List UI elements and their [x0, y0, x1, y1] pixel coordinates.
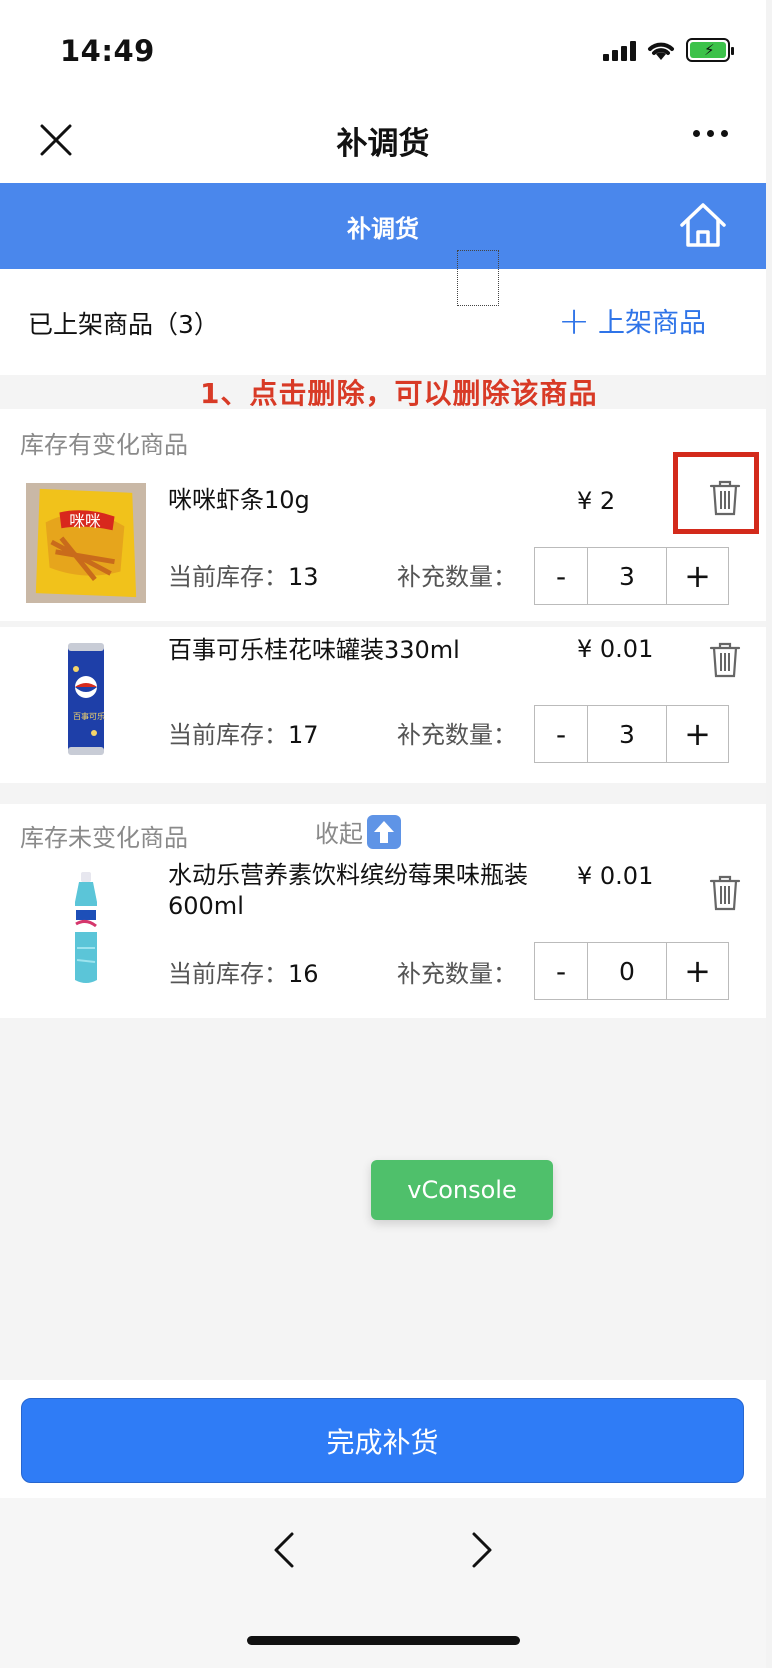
product-image: 咪咪: [26, 483, 146, 603]
forward-arrow-icon[interactable]: [470, 1530, 494, 1570]
vconsole-button[interactable]: vConsole: [371, 1160, 553, 1220]
app-frame: 14:49 ⚡ 补调货 补调货 已上架商品（3） + 上架商品 1、点击删除，可…: [0, 0, 766, 1668]
current-stock: 当前库存：17: [168, 715, 319, 750]
restock-qty-label: 补充数量：: [397, 960, 517, 988]
product-price: ¥ 0.01: [577, 862, 654, 890]
decrement-button[interactable]: -: [535, 943, 587, 999]
add-listing-label: 上架商品: [598, 308, 706, 339]
trash-icon[interactable]: [708, 874, 742, 912]
current-stock-label: 当前库存：: [168, 563, 288, 591]
home-icon[interactable]: [678, 201, 728, 249]
quantity-stepper: - 3 +: [534, 705, 729, 763]
current-stock-label: 当前库存：: [168, 960, 288, 988]
quantity-stepper: - 3 +: [534, 547, 729, 605]
list-item: 咪咪 咪咪虾条10g ¥ 2 当前库存：13 补充数量： - 3 +: [0, 475, 766, 621]
nav-bar: 补调货: [0, 100, 766, 183]
current-stock-value: 17: [288, 721, 319, 749]
add-listing-button[interactable]: + 上架商品: [558, 301, 706, 340]
product-price: ¥ 0.01: [577, 635, 654, 663]
annotation-text: 1、点击删除，可以删除该商品: [200, 377, 598, 410]
decrement-button[interactable]: -: [535, 548, 587, 604]
product-name: 百事可乐桂花味罐装330ml: [168, 636, 460, 664]
nav-title: 补调货: [336, 126, 430, 162]
page-header: 补调货: [0, 183, 766, 269]
restock-qty-label: 补充数量：: [397, 563, 517, 591]
collapse-toggle[interactable]: 收起: [315, 814, 401, 849]
status-time: 14:49: [60, 34, 155, 68]
page-header-title: 补调货: [347, 215, 419, 243]
status-icons: ⚡: [603, 38, 734, 62]
focus-placeholder: [457, 250, 499, 306]
product-image: 百事可乐: [26, 639, 146, 759]
listed-count-label: 已上架商品（3）: [28, 310, 219, 339]
home-indicator: [247, 1636, 520, 1645]
list-item: 百事可乐 百事可乐桂花味罐装330ml ¥ 0.01 当前库存：17 补充数量：…: [0, 627, 766, 783]
battery-icon: ⚡: [686, 38, 734, 62]
increment-button[interactable]: +: [667, 548, 728, 604]
section-unchanged-title: 库存未变化商品: [20, 824, 188, 852]
product-image: [26, 868, 146, 988]
current-stock: 当前库存：16: [168, 954, 319, 989]
wifi-icon: [648, 42, 674, 60]
svg-text:百事可乐: 百事可乐: [73, 711, 105, 721]
quantity-input[interactable]: 0: [587, 943, 667, 999]
status-bar: 14:49 ⚡: [0, 0, 766, 100]
product-price: ¥ 2: [577, 487, 616, 515]
trash-icon[interactable]: [708, 641, 742, 679]
increment-button[interactable]: +: [667, 706, 728, 762]
listed-summary: 已上架商品（3） + 上架商品: [0, 269, 766, 375]
svg-text:咪咪: 咪咪: [69, 511, 101, 530]
product-name: 水动乐营养素饮料缤纷莓果味瓶装600ml: [168, 861, 528, 920]
current-stock-label: 当前库存：: [168, 721, 288, 749]
quantity-stepper: - 0 +: [534, 942, 729, 1000]
cellular-signal-icon: [603, 39, 636, 61]
arrow-up-icon: [367, 814, 401, 849]
restock-qty-label: 补充数量：: [397, 721, 517, 749]
current-stock: 当前库存：13: [168, 557, 319, 592]
plus-icon: +: [558, 298, 590, 343]
more-icon[interactable]: [693, 130, 728, 137]
footer-bar: 完成补货: [0, 1380, 766, 1498]
annotation-highlight-box: [673, 452, 759, 534]
complete-restock-button[interactable]: 完成补货: [21, 1398, 744, 1483]
section-changed-title: 库存有变化商品: [20, 431, 188, 459]
decrement-button[interactable]: -: [535, 706, 587, 762]
list-item: 水动乐营养素饮料缤纷莓果味瓶装600ml ¥ 0.01 当前库存：16 补充数量…: [0, 861, 766, 1012]
current-stock-value: 16: [288, 960, 319, 988]
browser-toolbar: [0, 1498, 766, 1668]
product-name: 咪咪虾条10g: [168, 486, 310, 514]
quantity-input[interactable]: 3: [587, 548, 667, 604]
collapse-toggle-label: 收起: [315, 820, 363, 848]
quantity-input[interactable]: 3: [587, 706, 667, 762]
increment-button[interactable]: +: [667, 943, 728, 999]
current-stock-value: 13: [288, 563, 319, 591]
back-arrow-icon[interactable]: [272, 1530, 296, 1570]
